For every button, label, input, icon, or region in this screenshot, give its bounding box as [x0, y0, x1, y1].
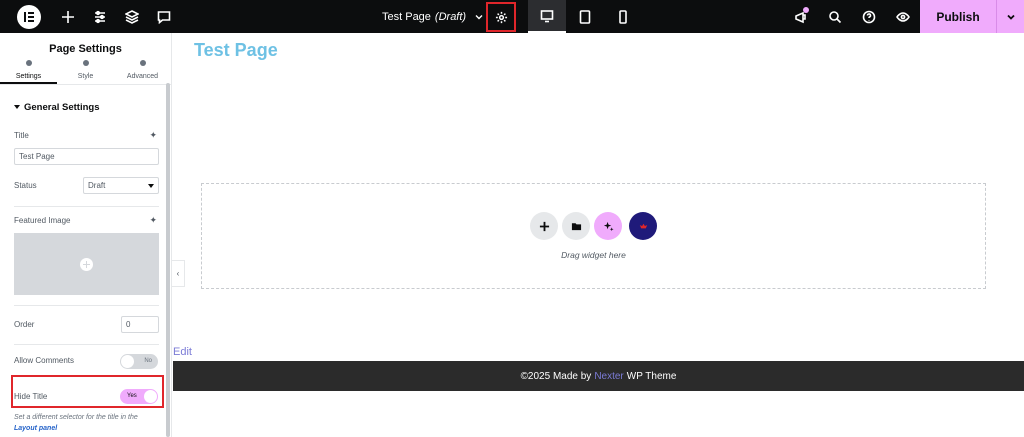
editor-canvas: Test Page Drag widget here Edit ©2025 Ma… — [173, 33, 1024, 437]
tablet-icon — [579, 9, 591, 24]
drop-zone-actions — [530, 212, 657, 240]
panel-tabs: Settings Style Advanced — [0, 60, 171, 85]
whats-new-button[interactable] — [784, 0, 818, 33]
divider — [14, 305, 159, 306]
edit-footer-link[interactable]: Edit — [173, 346, 192, 358]
mobile-icon — [619, 9, 627, 24]
caret-down-icon — [14, 105, 20, 109]
page-heading[interactable]: Test Page — [194, 40, 278, 61]
help-text: Set a different selector for the title i… — [14, 414, 138, 421]
collapse-panel-button[interactable]: ‹ — [172, 260, 185, 287]
desktop-icon — [540, 9, 554, 22]
add-element-icon[interactable] — [52, 0, 84, 33]
ai-sparkle-icon[interactable]: ✦ — [149, 215, 157, 226]
hide-title-toggle[interactable]: Yes — [120, 389, 158, 404]
eye-icon — [896, 11, 910, 22]
status-select[interactable]: Draft — [83, 177, 159, 194]
hide-title-label: Hide Title — [14, 392, 48, 401]
add-image-icon — [80, 257, 93, 271]
document-status: (Draft) — [434, 10, 467, 23]
footer-suffix: WP Theme — [626, 370, 677, 382]
order-input[interactable]: 0 — [121, 316, 159, 333]
panel-title: Page Settings — [49, 43, 122, 55]
page-settings-button[interactable] — [486, 2, 516, 32]
folder-icon — [571, 222, 581, 230]
order-label: Order — [14, 320, 35, 329]
gear-icon — [495, 11, 507, 23]
title-label: Title — [14, 131, 29, 140]
hide-title-help: Set a different selector for the title i… — [14, 412, 164, 434]
desktop-view-button[interactable] — [528, 0, 566, 33]
footer-brand-link[interactable]: Nexter — [594, 371, 623, 382]
mobile-view-button[interactable] — [604, 0, 642, 33]
tab-settings[interactable]: Settings — [0, 60, 57, 84]
search-icon — [829, 10, 842, 23]
general-settings-section-toggle[interactable]: General Settings — [0, 85, 171, 123]
title-input[interactable]: Test Page — [14, 148, 159, 165]
toggle-knob — [144, 390, 157, 403]
toggle-state: Yes — [127, 393, 137, 399]
publish-options-button[interactable] — [996, 0, 1024, 33]
help-button[interactable] — [852, 0, 886, 33]
structure-layers-icon[interactable] — [116, 0, 148, 33]
ai-sparkle-icon — [603, 221, 614, 231]
document-title-dropdown[interactable]: Test Page (Draft) — [370, 11, 496, 23]
elementor-logo-icon[interactable] — [17, 4, 41, 29]
site-settings-icon[interactable] — [84, 0, 116, 33]
page-settings-panel: Page Settings Settings Style Advanced Ge… — [0, 33, 172, 437]
tab-advanced[interactable]: Advanced — [114, 60, 171, 84]
publish-button[interactable]: Publish — [920, 0, 996, 33]
plus-icon — [539, 221, 549, 231]
divider — [14, 344, 159, 345]
help-icon — [862, 10, 876, 23]
preview-button[interactable] — [886, 0, 920, 33]
footer-prefix: ©2025 Made by — [520, 370, 592, 382]
nexter-logo-icon — [639, 223, 647, 228]
site-footer: ©2025 Made by Nexter WP Theme — [173, 361, 1024, 391]
document-title: Test Page — [382, 10, 431, 23]
add-section-button[interactable] — [530, 212, 558, 240]
notes-comment-icon[interactable] — [148, 0, 180, 33]
finder-search-button[interactable] — [818, 0, 852, 33]
featured-image-label: Featured Image — [14, 216, 71, 225]
divider — [14, 206, 159, 207]
allow-comments-label: Allow Comments — [14, 356, 75, 365]
layout-panel-link[interactable]: Layout panel — [14, 425, 57, 432]
section-title: General Settings — [24, 102, 100, 113]
add-template-button[interactable] — [562, 212, 590, 240]
chevron-down-icon — [475, 14, 483, 19]
panel-scrollbar[interactable] — [166, 83, 170, 437]
ai-generate-button[interactable] — [594, 212, 622, 240]
tablet-view-button[interactable] — [566, 0, 604, 33]
drop-zone[interactable]: Drag widget here — [201, 183, 986, 289]
drop-zone-hint: Drag widget here — [561, 250, 626, 260]
toggle-knob — [121, 355, 134, 368]
chevron-down-icon — [1006, 14, 1015, 20]
tab-style[interactable]: Style — [57, 60, 114, 84]
nexter-blocks-button[interactable] — [629, 212, 657, 240]
ai-sparkle-icon[interactable]: ✦ — [149, 130, 157, 141]
notification-dot — [803, 7, 809, 13]
featured-image-picker[interactable] — [14, 233, 159, 295]
status-label: Status — [14, 181, 37, 190]
editor-topbar: Test Page (Draft) Publish — [0, 0, 1024, 33]
toggle-state: No — [144, 358, 152, 364]
responsive-mode-switcher — [528, 0, 642, 33]
allow-comments-toggle[interactable]: No — [120, 354, 158, 369]
